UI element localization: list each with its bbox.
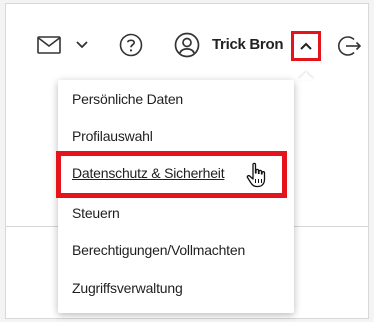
user-menu-toggle-button[interactable] bbox=[291, 31, 321, 61]
menu-item-label: Profilauswahl bbox=[72, 128, 153, 144]
user-name[interactable]: Trick Bron bbox=[212, 36, 290, 53]
menu-item-label: Datenschutz & Sicherheit bbox=[72, 165, 225, 181]
top-navigation-bar: Trick Bron bbox=[0, 0, 374, 75]
user-circle-icon[interactable] bbox=[173, 31, 201, 59]
menu-item-steuern[interactable]: Steuern bbox=[72, 205, 120, 221]
user-dropdown-menu: Persönliche Daten Profilauswahl Datensch… bbox=[58, 80, 294, 313]
menu-item-persoenliche-daten[interactable]: Persönliche Daten bbox=[72, 91, 183, 107]
logout-icon[interactable] bbox=[336, 33, 362, 59]
menu-item-berechtigungen-vollmachten[interactable]: Berechtigungen/Vollmachten bbox=[72, 242, 245, 258]
menu-item-profilauswahl[interactable]: Profilauswahl bbox=[72, 128, 153, 144]
chevron-down-icon[interactable] bbox=[73, 36, 91, 54]
menu-item-datenschutz-sicherheit[interactable]: Datenschutz & Sicherheit bbox=[72, 165, 225, 181]
menu-item-label: Zugriffsverwaltung bbox=[72, 280, 183, 296]
chevron-up-icon bbox=[299, 41, 313, 51]
menu-item-label: Persönliche Daten bbox=[72, 91, 183, 107]
menu-item-label: Berechtigungen/Vollmachten bbox=[72, 242, 246, 258]
dropdown-caret bbox=[298, 72, 314, 80]
menu-item-zugriffsverwaltung[interactable]: Zugriffsverwaltung bbox=[72, 280, 183, 296]
hand-pointer-icon bbox=[244, 161, 270, 189]
help-circle-icon[interactable] bbox=[118, 32, 144, 58]
mail-icon[interactable] bbox=[36, 35, 62, 55]
menu-item-label: Steuern bbox=[72, 205, 120, 221]
